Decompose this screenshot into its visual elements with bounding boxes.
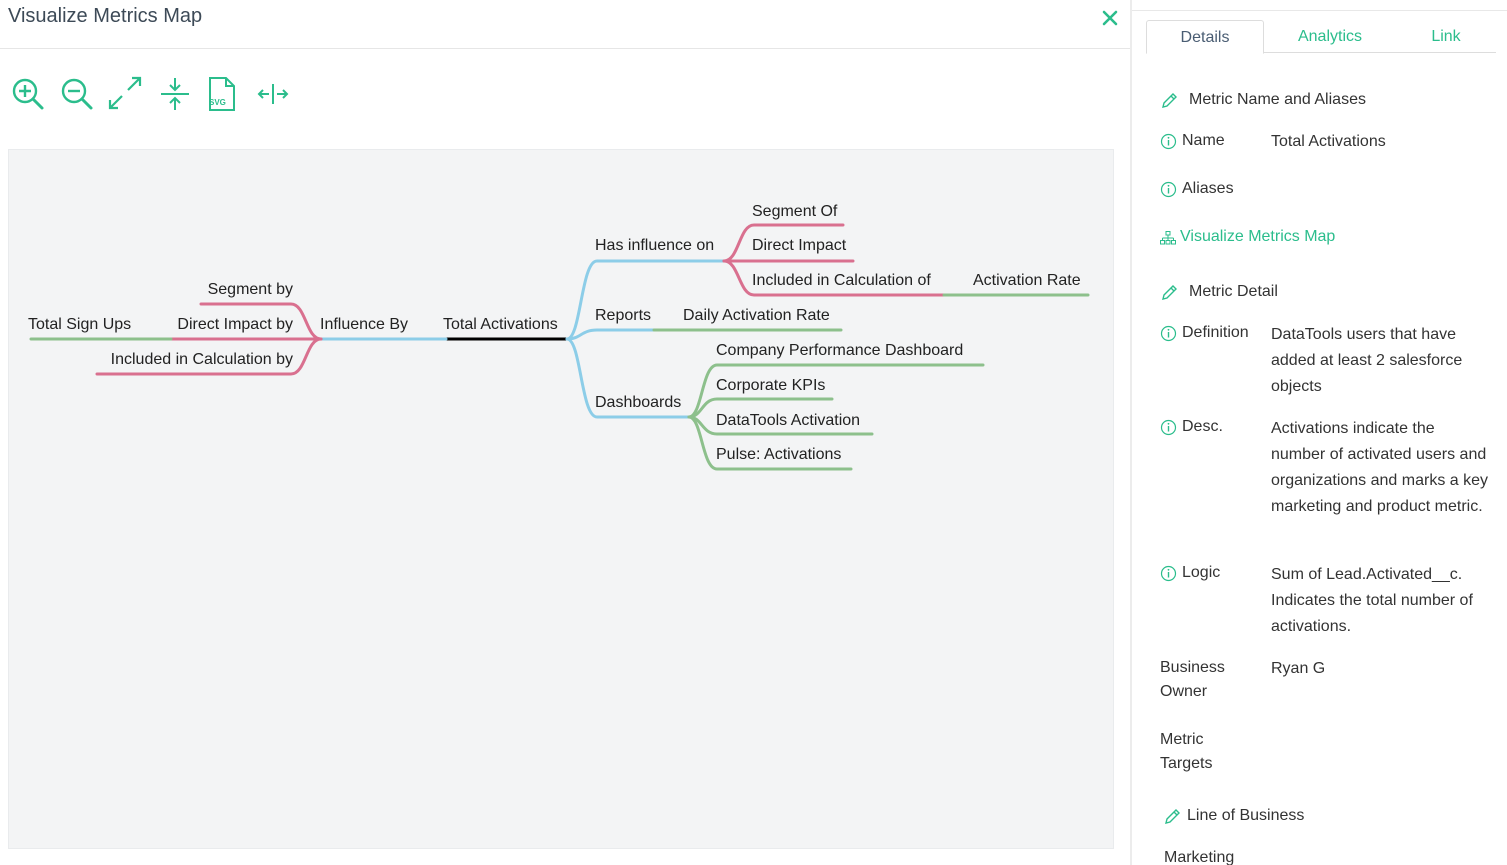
field-metric-targets-label: Metric Targets bbox=[1160, 731, 1213, 772]
node-total-sign-ups[interactable]: Total Sign Ups bbox=[28, 316, 131, 333]
zoom-in-icon[interactable] bbox=[10, 76, 46, 112]
info-icon[interactable] bbox=[1160, 325, 1177, 342]
edge-has-influence-on bbox=[565, 259, 726, 341]
details-tabs: Details Analytics Link bbox=[1146, 20, 1496, 54]
node-datatools-activation[interactable]: DataTools Activation bbox=[716, 412, 860, 429]
mindmap-svg: Total Activations Influence By Segment b… bbox=[28, 203, 1090, 471]
field-definition-value: DataTools users that have added at least… bbox=[1271, 326, 1463, 395]
node-dashboards[interactable]: Dashboards bbox=[595, 394, 681, 411]
fit-to-screen-icon[interactable] bbox=[108, 76, 144, 112]
section-title: Line of Business bbox=[1187, 807, 1305, 824]
node-included-calc-by[interactable]: Included in Calculation by bbox=[111, 351, 293, 368]
node-direct-impact-by[interactable]: Direct Impact by bbox=[177, 316, 293, 333]
node-activation-rate[interactable]: Activation Rate bbox=[973, 272, 1081, 289]
field-line-of-business-value: Marketing bbox=[1164, 849, 1235, 865]
field-business-owner-label: Business Owner bbox=[1160, 659, 1225, 700]
node-influence-by[interactable]: Influence By bbox=[320, 316, 408, 333]
node-daily-activation-rate[interactable]: Daily Activation Rate bbox=[683, 307, 830, 324]
node-included-calc-of[interactable]: Included in Calculation of bbox=[752, 272, 931, 289]
info-icon[interactable] bbox=[1160, 181, 1177, 198]
field-logic-value: Sum of Lead.Activated__c. Indicates the … bbox=[1271, 566, 1473, 635]
section-title: Metric Detail bbox=[1189, 283, 1278, 300]
collapse-icon[interactable] bbox=[157, 76, 193, 112]
pencil-icon[interactable] bbox=[1163, 808, 1181, 826]
node-reports[interactable]: Reports bbox=[595, 307, 651, 324]
pencil-icon[interactable] bbox=[1160, 284, 1178, 302]
node-pulse-activations[interactable]: Pulse: Activations bbox=[716, 446, 841, 463]
export-svg-icon[interactable]: SVG bbox=[206, 76, 242, 112]
tab-analytics[interactable]: Analytics bbox=[1276, 20, 1384, 53]
node-segment-by[interactable]: Segment by bbox=[208, 281, 293, 298]
field-business-owner-value: Ryan G bbox=[1271, 660, 1326, 677]
info-icon[interactable] bbox=[1160, 133, 1177, 150]
modal-title: Visualize Metrics Map bbox=[8, 5, 203, 27]
field-desc-value: Activations indicate the number of activ… bbox=[1271, 420, 1488, 515]
modal-header: Visualize Metrics Map bbox=[0, 0, 1130, 49]
section-title: Metric Name and Aliases bbox=[1189, 91, 1366, 108]
hierarchy-icon bbox=[1160, 231, 1176, 245]
metrics-map-panel: Visualize Metrics Map SVG Total Activati… bbox=[0, 0, 1130, 865]
zoom-out-icon[interactable] bbox=[59, 76, 95, 112]
svg-text:SVG: SVG bbox=[209, 98, 226, 107]
node-direct-impact[interactable]: Direct Impact bbox=[752, 237, 847, 254]
edge-reports bbox=[565, 328, 656, 341]
field-name-value: Total Activations bbox=[1271, 133, 1386, 150]
node-total-activations[interactable]: Total Activations bbox=[443, 316, 558, 333]
details-panel: Details Analytics Link Metric Name and A… bbox=[1132, 0, 1507, 865]
metrics-map-canvas[interactable]: Total Activations Influence By Segment b… bbox=[8, 149, 1114, 849]
expand-horizontal-icon[interactable] bbox=[255, 76, 291, 112]
top-divider bbox=[1132, 10, 1507, 11]
close-icon[interactable] bbox=[1098, 6, 1122, 30]
node-has-influence-on[interactable]: Has influence on bbox=[595, 237, 714, 254]
info-icon[interactable] bbox=[1160, 419, 1177, 436]
tab-link[interactable]: Link bbox=[1406, 20, 1486, 53]
node-segment-of[interactable]: Segment Of bbox=[752, 203, 838, 220]
node-company-perf-dashboard[interactable]: Company Performance Dashboard bbox=[716, 342, 963, 359]
pencil-icon[interactable] bbox=[1160, 92, 1178, 110]
info-icon[interactable] bbox=[1160, 565, 1177, 582]
tab-details[interactable]: Details bbox=[1146, 20, 1264, 54]
node-corporate-kpis[interactable]: Corporate KPIs bbox=[716, 377, 825, 394]
